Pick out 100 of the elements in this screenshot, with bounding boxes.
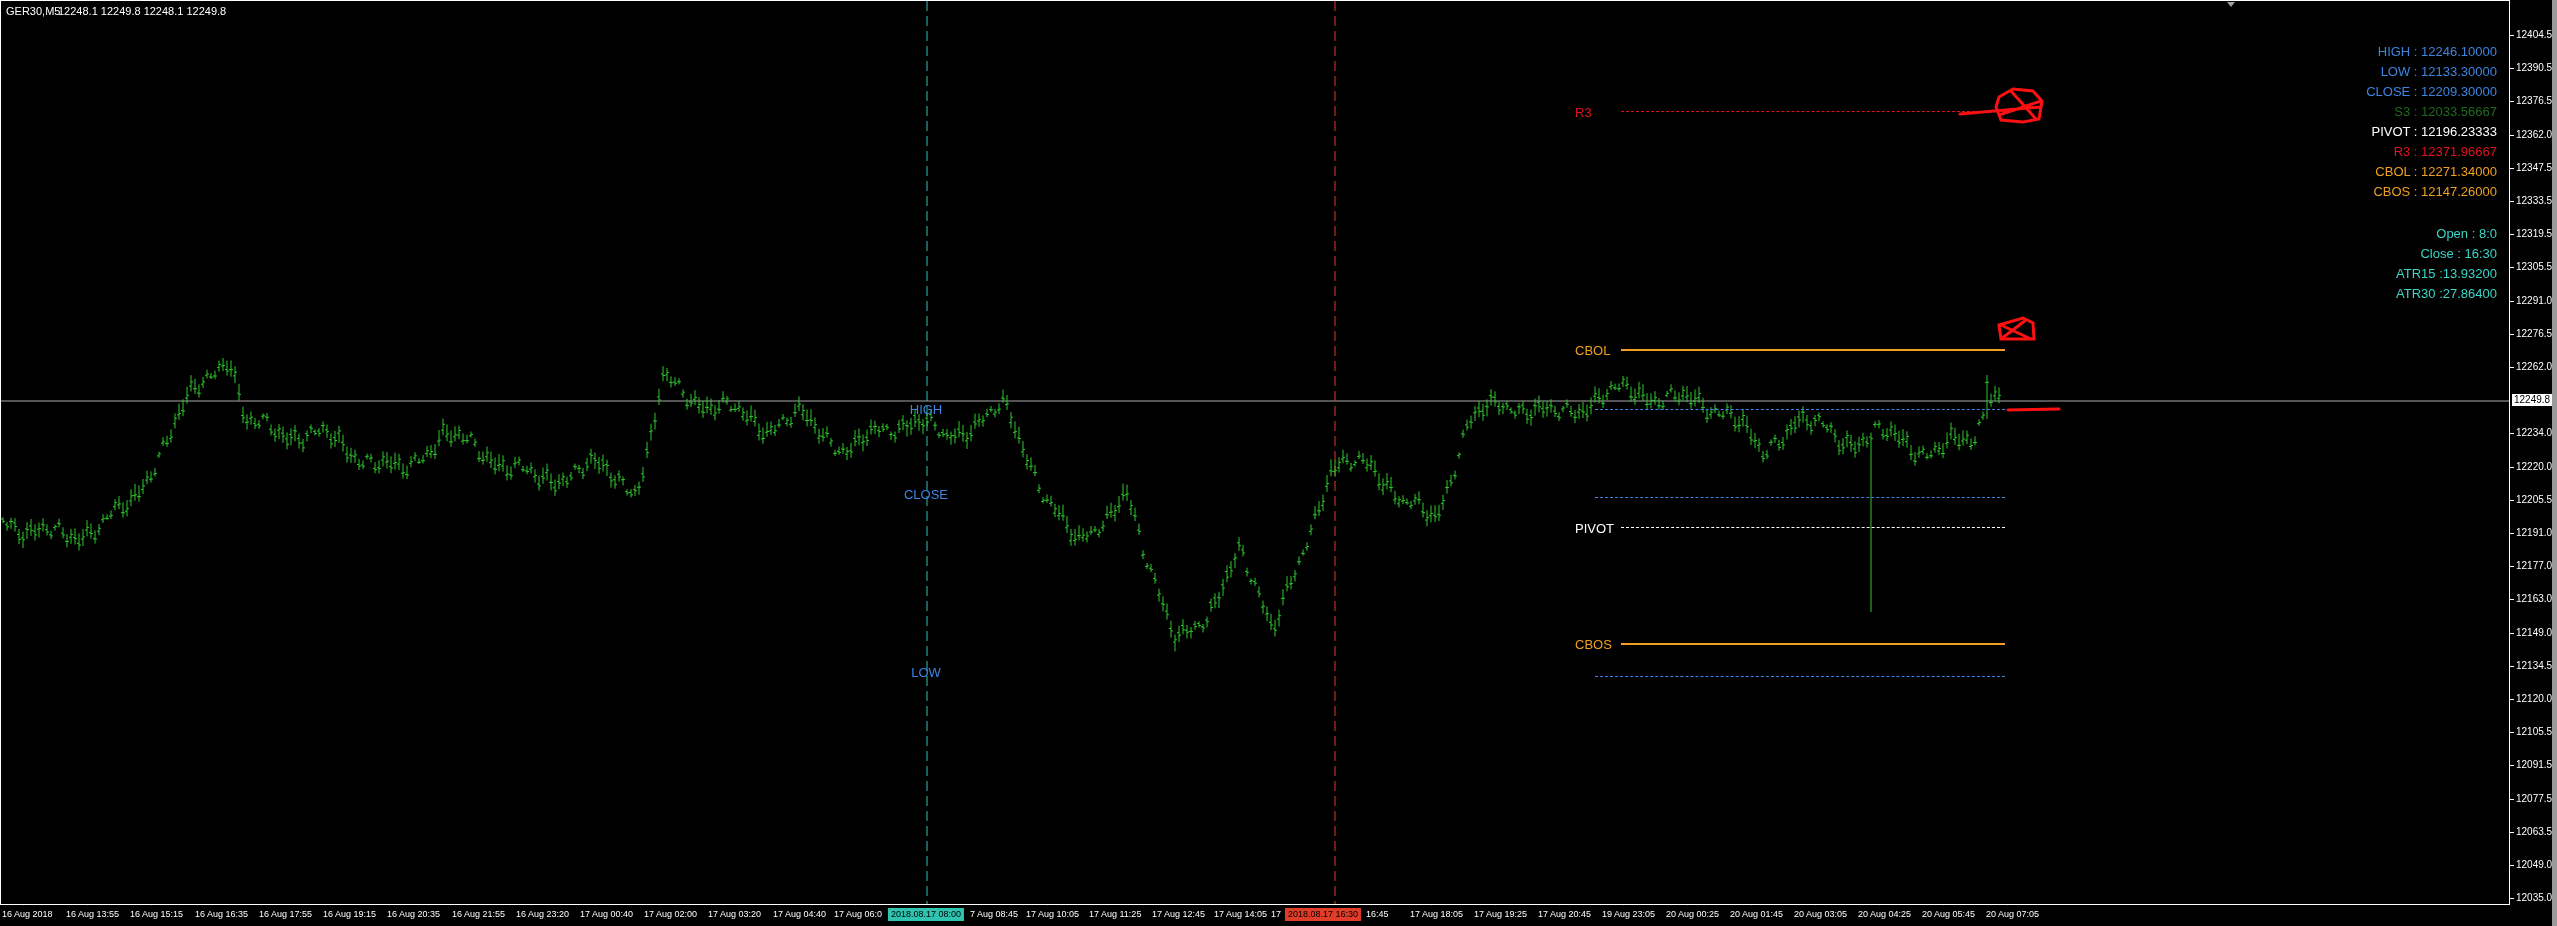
info-text: S3 : 12033.56667 (2394, 103, 2497, 121)
time-label: 17 Aug 00:40 (580, 910, 634, 919)
price-label: 12120.0 (2516, 694, 2553, 704)
price-label: 12163.0 (2516, 594, 2553, 604)
info-text: CBOL : 12271.34000 (2375, 163, 2497, 181)
axis-tick (2510, 467, 2514, 468)
time-label: 20 Aug 04:25 (1858, 910, 1912, 919)
price-label: 12220.0 (2516, 462, 2553, 472)
price-label: 12347.5 (2516, 163, 2553, 173)
time-label: 17 Aug 11:25 (1089, 910, 1142, 919)
time-label: 20 Aug 03:05 (1794, 910, 1848, 919)
price-label: 12404.5 (2516, 30, 2553, 40)
price-label: 12362.0 (2516, 130, 2553, 140)
time-label: 17 Aug 19:25 (1474, 910, 1528, 919)
info-text: HIGH : 12246.10000 (2377, 43, 2497, 61)
axis-tick (2510, 732, 2514, 733)
price-label: 12149.0 (2516, 628, 2553, 638)
axis-tick (2510, 898, 2514, 899)
price-label: 12049.0 (2516, 860, 2553, 870)
time-label: 17 Aug 20:45 (1538, 910, 1592, 919)
axis-tick (2510, 168, 2514, 169)
time-label: 17 Aug 14:05 (1214, 910, 1268, 919)
level-label: CBOL (1575, 344, 1611, 357)
time-label: 20 Aug 00:25 (1666, 910, 1720, 919)
time-label: 16 Aug 19:15 (323, 910, 377, 919)
info-text: R3 : 12371.96667 (2393, 143, 2497, 161)
quote-text: 12248.1 12249.8 12248.1 12249.8 (58, 6, 227, 17)
level-label: PIVOT (1575, 522, 1614, 535)
price-label: 12091.5 (2516, 760, 2553, 770)
time-label: 16 Aug 13:55 (66, 910, 120, 919)
time-label: 17 Aug 18:05 (1410, 910, 1464, 919)
price-label: 12077.5 (2516, 794, 2553, 804)
scribble-drawing (1997, 316, 2036, 341)
time-label: 16 Aug 15:15 (130, 910, 184, 919)
info-text: ATR15 :13.93200 (2396, 265, 2497, 283)
time-label: 17 (1271, 910, 1281, 919)
axis-tick (2510, 865, 2514, 866)
info-text: Close : 16:30 (2420, 245, 2497, 263)
time-cursor-label: 2018.08.17 08:00 (887, 908, 965, 921)
shift-marker-icon[interactable] (2227, 2, 2235, 7)
axis-tick (2510, 666, 2514, 667)
axis-tick (2510, 633, 2514, 634)
axis-tick (2510, 765, 2514, 766)
time-label: 16 Aug 23:20 (516, 910, 570, 919)
session-label: HIGH (909, 403, 943, 416)
axis-tick (2510, 566, 2514, 567)
time-label: 17 Aug 02:00 (644, 910, 698, 919)
price-label: 12262.0 (2516, 362, 2553, 372)
price-label: 12191.0 (2516, 528, 2553, 538)
price-label: 12291.0 (2516, 296, 2553, 306)
time-label: 16:45 (1366, 910, 1389, 919)
session-label: CLOSE (903, 488, 949, 501)
axis-tick (2510, 533, 2514, 534)
time-label: 16 Aug 17:55 (259, 910, 313, 919)
time-label: 20 Aug 01:45 (1730, 910, 1784, 919)
price-label: 12205.5 (2516, 495, 2553, 505)
axis-tick (2510, 267, 2514, 268)
time-label: 17 Aug 03:20 (708, 910, 762, 919)
time-label: 20 Aug 07:05 (1986, 910, 2040, 919)
axis-tick (2510, 832, 2514, 833)
price-label: 12390.5 (2516, 63, 2553, 73)
axis-tick (2510, 135, 2514, 136)
axis-tick (2510, 35, 2514, 36)
time-label: 16 Aug 20:35 (387, 910, 441, 919)
info-text: LOW : 12133.30000 (2380, 63, 2497, 81)
time-label: 19 Aug 23:05 (1602, 910, 1656, 919)
price-label: 12177.0 (2516, 561, 2553, 571)
price-label: 12319.5 (2516, 229, 2553, 239)
time-label: 20 Aug 05:45 (1922, 910, 1976, 919)
level-label: R3 (1575, 106, 1592, 119)
price-label: 12234.0 (2516, 428, 2553, 438)
price-label: 12134.5 (2516, 661, 2553, 671)
info-text: ATR30 :27.86400 (2396, 285, 2497, 303)
level-label: CBOS (1575, 638, 1612, 651)
info-text: CLOSE : 12209.30000 (2366, 83, 2497, 101)
price-label: 12063.5 (2516, 827, 2553, 837)
price-label: 12276.5 (2516, 329, 2553, 339)
axis-tick (2510, 334, 2514, 335)
info-text: PIVOT : 12196.23333 (2371, 123, 2497, 141)
price-label: 12376.5 (2516, 96, 2553, 106)
current-price-label: 12249.8 (2512, 394, 2553, 406)
time-label: 7 Aug 08:45 (970, 910, 1019, 919)
price-label: 12105.5 (2516, 727, 2553, 737)
time-label: 16 Aug 2018 (2, 910, 53, 919)
symbol-label: GER30,M5 (6, 6, 61, 17)
axis-tick (2510, 500, 2514, 501)
axis-tick (2510, 367, 2514, 368)
axis-tick (2510, 599, 2514, 600)
info-text: CBOS : 12147.26000 (2373, 183, 2497, 201)
axis-tick (2510, 68, 2514, 69)
time-label: 17 Aug 10:05 (1026, 910, 1080, 919)
axis-tick (2510, 699, 2514, 700)
time-label: 16 Aug 16:35 (195, 910, 249, 919)
price-label: 12333.5 (2516, 196, 2553, 206)
time-label: 17 Aug 04:40 (773, 910, 827, 919)
axis-tick (2510, 101, 2514, 102)
session-label: LOW (911, 666, 941, 679)
info-text: Open : 8:0 (2436, 225, 2497, 243)
price-label: 12305.5 (2516, 262, 2553, 272)
axis-tick (2510, 301, 2514, 302)
